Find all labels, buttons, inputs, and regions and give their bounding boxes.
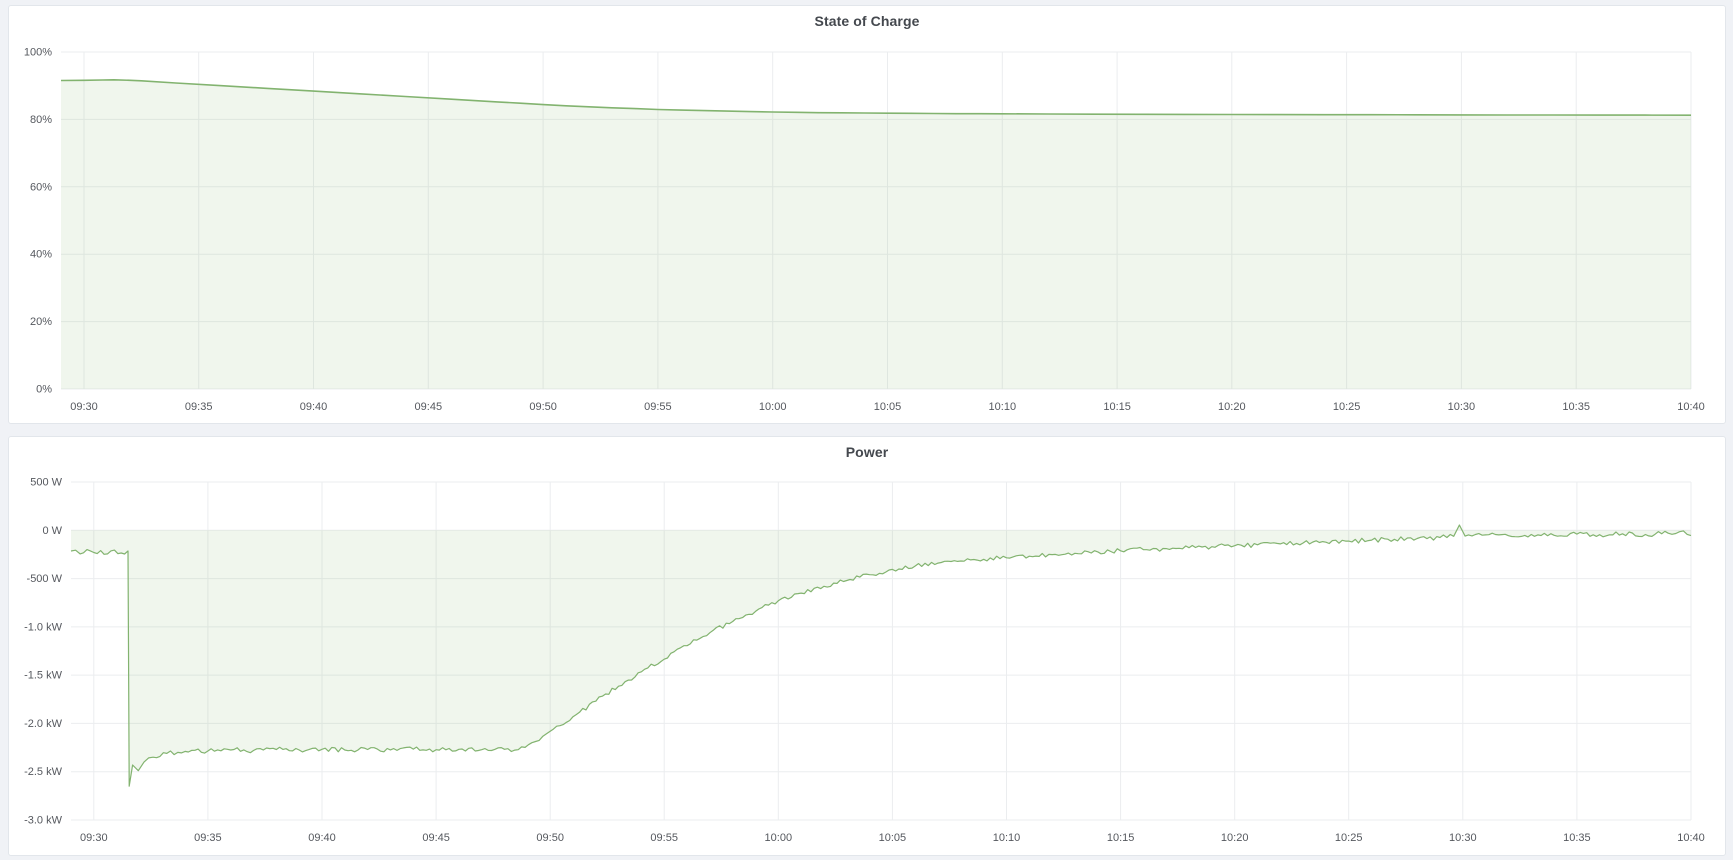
y-tick-label: -1.0 kW (24, 621, 63, 633)
x-tick-label: 10:00 (765, 832, 793, 844)
y-tick-label: 0% (36, 384, 52, 396)
x-tick-label: 10:20 (1221, 832, 1249, 844)
x-tick-label: 10:35 (1562, 401, 1590, 413)
x-tick-label: 10:10 (993, 832, 1021, 844)
y-tick-label: 500 W (30, 477, 62, 489)
state-of-charge-area (61, 80, 1691, 389)
x-tick-label: 09:50 (536, 832, 564, 844)
x-tick-label: 10:05 (874, 401, 902, 413)
power-chart-canvas[interactable]: 500 W 0 W -500 W -1.0 kW -1.5 kW -2.0 kW -2.5 … (9, 437, 1727, 857)
y-tick-label: 20% (30, 316, 52, 328)
x-tick-label: 09:50 (529, 401, 557, 413)
y-tick-label: 60% (30, 181, 52, 193)
x-tick-label: 10:35 (1563, 832, 1591, 844)
power-area (71, 525, 1691, 786)
x-tick-label: 09:40 (308, 832, 336, 844)
panel-state-of-charge: State of Charge 100%80%60%40%20%0%09:300… (8, 5, 1726, 424)
x-tick-label: 09:55 (650, 832, 678, 844)
x-tick-label: 10:15 (1103, 401, 1131, 413)
x-tick-label: 10:20 (1218, 401, 1246, 413)
x-tick-label: 09:35 (185, 401, 213, 413)
x-tick-label: 09:30 (80, 832, 108, 844)
x-tick-label: 10:25 (1333, 401, 1361, 413)
state-of-charge-chart-canvas[interactable]: 100% 80% 60% 40% 20% 0% 09:30 09:35 09:40 09:45 09… (9, 6, 1727, 425)
x-tick-label: 09:45 (422, 832, 450, 844)
x-tick-label: 10:25 (1335, 832, 1363, 844)
y-tick-label: -1.5 kW (24, 670, 63, 682)
x-tick-label: 10:15 (1107, 832, 1135, 844)
x-tick-label: 10:30 (1449, 832, 1477, 844)
x-tick-label: 09:45 (415, 401, 443, 413)
x-tick-label: 10:05 (879, 832, 907, 844)
x-tick-label: 09:30 (70, 401, 98, 413)
y-tick-label: 40% (30, 249, 52, 261)
x-tick-label: 10:30 (1448, 401, 1476, 413)
y-tick-label: -500 W (27, 573, 63, 585)
x-tick-label: 10:10 (989, 401, 1017, 413)
x-tick-label: 10:00 (759, 401, 787, 413)
dashboard: State of Charge 100%80%60%40%20%0%09:300… (0, 0, 1733, 860)
x-tick-label: 10:40 (1677, 401, 1705, 413)
y-tick-label: 0 W (42, 525, 62, 537)
x-tick-label: 09:40 (300, 401, 328, 413)
x-tick-label: 09:35 (194, 832, 222, 844)
x-tick-label: 10:40 (1677, 832, 1705, 844)
y-tick-label: 100% (24, 47, 52, 59)
y-tick-label: -2.5 kW (24, 766, 63, 778)
x-tick-label: 09:55 (644, 401, 672, 413)
panel-power: Power 500 W0 W-500 W-1.0 kW-1.5 kW-2.0 k… (8, 436, 1726, 856)
y-tick-label: -2.0 kW (24, 718, 63, 730)
y-tick-label: 80% (30, 114, 52, 126)
y-tick-label: -3.0 kW (24, 815, 63, 827)
